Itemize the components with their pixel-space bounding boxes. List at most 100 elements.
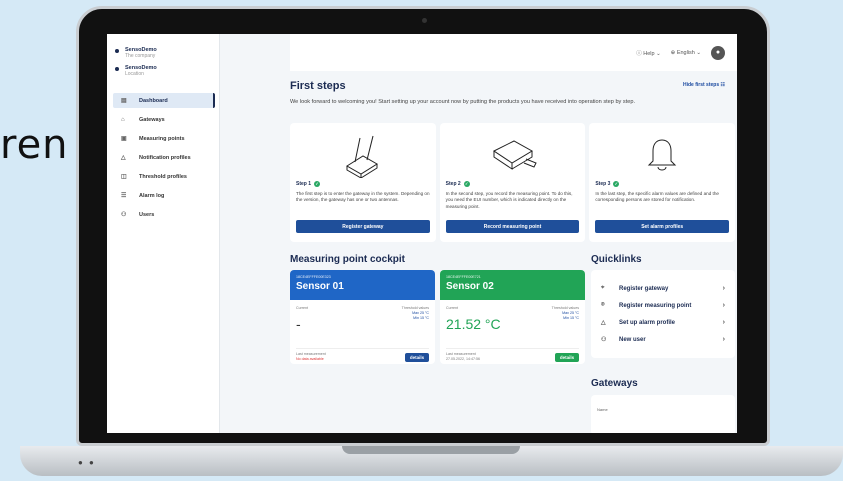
sidebar-item-label: Users bbox=[139, 211, 155, 218]
chevron-down-icon: ⌄ bbox=[696, 49, 701, 56]
sidebar-nav: ▤ Dashboard ⌂ Gateways ▣ Measuring points △… bbox=[107, 93, 219, 222]
status-lights: ● ● bbox=[78, 458, 96, 467]
quicklink-label: Register measuring point bbox=[619, 302, 692, 309]
step-description: The first step is to enter the gateway i… bbox=[296, 191, 430, 203]
quicklink-label: Register gateway bbox=[619, 285, 669, 292]
threshold-label: Threshold values bbox=[401, 306, 429, 310]
details-button[interactable]: details bbox=[555, 353, 579, 362]
sensor-header: 18CE4EFFFE00E323 Sensor 01 bbox=[290, 270, 435, 300]
gateways-title: Gateways bbox=[591, 378, 638, 389]
language-label: English bbox=[676, 49, 695, 56]
step-description: In the last step, the specific alarm val… bbox=[595, 191, 719, 203]
bell-illustration bbox=[595, 129, 729, 181]
sensor-card-2[interactable]: 18CE4EFFFE00E721 Sensor 02 Current Thres… bbox=[440, 270, 585, 364]
quicklinks-title: Quicklinks bbox=[591, 254, 642, 265]
gateway-illustration bbox=[296, 129, 430, 181]
main-content: ⓘ Help ⌄ ⊕ English ⌄ ● First steps Hide … bbox=[220, 34, 737, 433]
welcome-text: We look forward to welcoming you! Start … bbox=[290, 99, 636, 105]
quicklink-set-up-alarm-profile[interactable]: △ Set up alarm profile › bbox=[601, 314, 725, 331]
org-company[interactable]: SensoDemo The company bbox=[115, 47, 219, 59]
sensor-name: Sensor 02 bbox=[446, 281, 494, 292]
step-cards: Step 1 ✓ The first step is to enter the g… bbox=[290, 123, 736, 242]
record-measuring-point-button[interactable]: Record measuring point bbox=[445, 220, 580, 233]
cockpit-title: Measuring point cockpit bbox=[290, 254, 406, 265]
sidebar-item-gateways[interactable]: ⌂ Gateways bbox=[113, 112, 215, 127]
antenna-icon: ⌖ bbox=[601, 285, 605, 291]
chevron-down-icon: ⌄ bbox=[656, 50, 661, 57]
sensor-id: 18CE4EFFFE00E323 bbox=[296, 275, 331, 279]
top-bar: ⓘ Help ⌄ ⊕ English ⌄ ● bbox=[290, 34, 737, 71]
gateways-column-name: Name bbox=[597, 407, 608, 412]
users-icon: ⚇ bbox=[121, 212, 127, 218]
add-user-icon: ⚇ bbox=[601, 337, 607, 343]
tree-dot bbox=[115, 49, 119, 53]
gateway-icon: ⌂ bbox=[121, 116, 125, 123]
org-location[interactable]: SensoDemo Location bbox=[115, 65, 219, 77]
step-title: Step 2 bbox=[445, 181, 461, 187]
sensor-body: Current Threshold values Max 25 °C Min 15 … bbox=[440, 300, 585, 338]
sidebar-item-measuring-points[interactable]: ▣ Measuring points bbox=[113, 131, 215, 146]
details-button[interactable]: details bbox=[405, 353, 429, 362]
sensor-card-1[interactable]: 18CE4EFFFE00E323 Sensor 01 Current Thres… bbox=[290, 270, 435, 364]
sidebar-item-alarm-log[interactable]: ☰ Alarm log bbox=[113, 188, 215, 203]
quicklinks-panel: ⌖ Register gateway › ⌾ Register measuring p… bbox=[591, 270, 735, 358]
help-label: Help bbox=[643, 50, 655, 57]
bell-icon: △ bbox=[601, 320, 606, 326]
org-tree: SensoDemo The company SensoDemo Location bbox=[107, 34, 219, 77]
sidebar-item-label: Gateways bbox=[139, 116, 165, 123]
hide-label: Hide first steps bbox=[683, 82, 720, 88]
org-sub: Location bbox=[125, 71, 144, 77]
sidebar-item-notification-profiles[interactable]: △ Notification profiles bbox=[113, 150, 215, 165]
quicklink-label: New user bbox=[619, 336, 646, 343]
threshold-label: Threshold values bbox=[551, 306, 579, 310]
user-avatar[interactable]: ● bbox=[711, 45, 725, 60]
quicklink-register-gateway[interactable]: ⌖ Register gateway › bbox=[601, 280, 725, 297]
step-label: Step 1 ✓ bbox=[296, 181, 430, 187]
threshold-values: Threshold values Max 25 °C Min 15 °C bbox=[402, 306, 429, 321]
quicklink-new-user[interactable]: ⚇ New user › bbox=[601, 331, 725, 348]
page-title: First steps bbox=[290, 80, 346, 92]
sidebar-item-threshold-profiles[interactable]: ◫ Threshold profiles bbox=[113, 169, 215, 184]
step-label: Step 2 ✓ bbox=[446, 181, 580, 187]
laptop-base: ● ● bbox=[20, 446, 843, 476]
language-menu[interactable]: ⊕ English ⌄ bbox=[671, 50, 701, 56]
tree-dot bbox=[115, 67, 119, 71]
step-card-3: Step 3 ✓ In the last step, the specific a… bbox=[589, 123, 736, 242]
gateways-panel: Name bbox=[591, 395, 735, 433]
dashboard-icon: ▤ bbox=[121, 98, 127, 104]
location-pin-icon: ⌾ bbox=[601, 302, 605, 308]
sensor-footer: Last measurement No data available detai… bbox=[296, 348, 429, 362]
org-sub: The company bbox=[125, 53, 156, 59]
check-icon: ✓ bbox=[613, 181, 620, 187]
register-gateway-button[interactable]: Register gateway bbox=[296, 220, 430, 233]
laptop-frame: SensoDemo The company SensoDemo Location… bbox=[76, 6, 770, 446]
sidebar-item-label: Notification profiles bbox=[139, 154, 191, 161]
sidebar-item-label: Alarm log bbox=[139, 192, 165, 199]
sidebar-item-label: Measuring points bbox=[139, 135, 185, 142]
chevron-right-icon: › bbox=[722, 302, 725, 309]
sidebar-item-label: Threshold profiles bbox=[139, 173, 187, 180]
quicklink-register-measuring-point[interactable]: ⌾ Register measuring point › bbox=[601, 297, 725, 314]
sensor-name: Sensor 01 bbox=[296, 281, 344, 292]
webcam bbox=[422, 18, 427, 23]
set-alarm-profiles-button[interactable]: Set alarm profiles bbox=[595, 220, 730, 233]
step-label: Step 3 ✓ bbox=[595, 181, 729, 187]
step-title: Step 3 bbox=[595, 181, 611, 187]
hide-first-steps-link[interactable]: Hide first steps ☷ bbox=[683, 82, 725, 88]
app-screen: SensoDemo The company SensoDemo Location… bbox=[107, 34, 737, 433]
check-icon: ✓ bbox=[314, 181, 321, 187]
check-icon: ✓ bbox=[463, 181, 470, 187]
help-menu[interactable]: ⓘ Help ⌄ bbox=[636, 49, 660, 57]
chevron-right-icon: › bbox=[722, 285, 725, 292]
background-text: ren bbox=[0, 122, 69, 168]
sensor-header: 18CE4EFFFE00E721 Sensor 02 bbox=[440, 270, 585, 300]
bell-icon: △ bbox=[121, 155, 126, 161]
hide-icon: ☷ bbox=[720, 82, 725, 88]
sidebar-item-dashboard[interactable]: ▤ Dashboard bbox=[113, 93, 215, 108]
sensor-id: 18CE4EFFFE00E721 bbox=[446, 275, 481, 279]
step-card-1: Step 1 ✓ The first step is to enter the g… bbox=[290, 123, 436, 242]
quicklink-label: Set up alarm profile bbox=[619, 319, 676, 326]
sidebar: SensoDemo The company SensoDemo Location… bbox=[107, 34, 220, 433]
threshold-icon: ◫ bbox=[121, 174, 127, 180]
sidebar-item-users[interactable]: ⚇ Users bbox=[113, 207, 215, 222]
